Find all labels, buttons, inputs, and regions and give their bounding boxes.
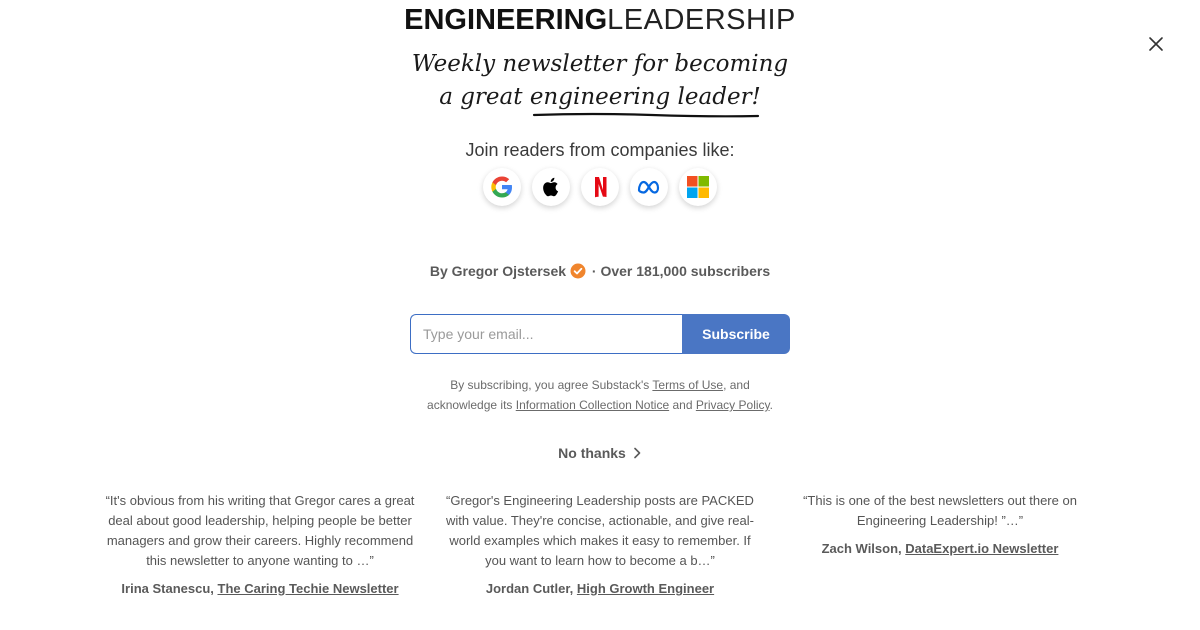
testimonial-publication-link[interactable]: The Caring Techie Newsletter <box>218 581 399 596</box>
no-thanks-label: No thanks <box>558 445 626 461</box>
subscribe-button[interactable]: Subscribe <box>682 314 790 354</box>
testimonial-author: Irina Stanescu, The Caring Techie Newsle… <box>100 579 420 599</box>
subscribe-form: Subscribe <box>410 314 790 354</box>
verified-icon <box>570 263 586 279</box>
tagline-line-2: a great engineering leader! <box>0 81 1200 114</box>
testimonial-author: Jordan Cutler, High Growth Engineer <box>438 579 762 599</box>
no-thanks-button[interactable]: No thanks <box>0 445 1200 462</box>
company-meta <box>630 168 668 206</box>
testimonial-quote: “Gregor's Engineering Leadership posts a… <box>446 493 754 568</box>
tagline-underline-stroke <box>532 112 760 118</box>
legal-notice: By subscribing, you agree Substack's Ter… <box>426 375 774 415</box>
chevron-right-icon <box>632 446 642 462</box>
testimonial-publication-link[interactable]: DataExpert.io Newsletter <box>905 541 1058 556</box>
legal-suffix: . <box>769 398 773 412</box>
testimonial-author-name: Jordan Cutler, <box>485 581 577 596</box>
tagline: Weekly newsletter for becoming a great e… <box>0 48 1200 114</box>
company-logos <box>0 168 1200 206</box>
privacy-policy-link[interactable]: Privacy Policy <box>696 398 770 412</box>
testimonial-quote: “It's obvious from his writing that Greg… <box>105 493 415 568</box>
subscriber-count: · Over 181,000 subscribers <box>591 263 771 279</box>
testimonial-author-name: Zach Wilson, <box>821 541 906 556</box>
company-netflix <box>581 168 619 206</box>
company-google <box>483 168 521 206</box>
company-microsoft <box>679 168 717 206</box>
logo-bold-text: ENGINEERING <box>404 4 608 36</box>
tagline-emphasis: engineering leader! <box>529 84 761 110</box>
testimonial-quote: “This is one of the best newsletters out… <box>803 493 1077 528</box>
verified-badge <box>570 263 586 282</box>
legal-mid-2: and <box>669 398 696 412</box>
publication-logo: ENGINEERINGLEADERSHIP <box>0 0 1200 40</box>
testimonial-card: “This is one of the best newsletters out… <box>790 491 1090 559</box>
information-collection-notice-link[interactable]: Information Collection Notice <box>516 398 669 412</box>
subscribe-modal: ENGINEERINGLEADERSHIP Weekly newsletter … <box>0 0 1200 630</box>
company-apple <box>532 168 570 206</box>
testimonial-publication-link[interactable]: High Growth Engineer <box>577 581 714 596</box>
terms-of-use-link[interactable]: Terms of Use <box>652 378 723 392</box>
legal-prefix: By subscribing, you agree Substack's <box>450 378 653 392</box>
email-input[interactable] <box>410 314 682 354</box>
google-icon <box>491 176 512 198</box>
netflix-icon <box>595 177 607 198</box>
logo-light-text: LEADERSHIP <box>607 4 796 36</box>
testimonial-author: Zach Wilson, DataExpert.io Newsletter <box>790 539 1090 559</box>
microsoft-icon <box>687 176 709 198</box>
tagline-prefix: a great <box>439 84 530 110</box>
testimonial-card: “Gregor's Engineering Leadership posts a… <box>438 491 762 599</box>
testimonial-author-name: Irina Stanescu, <box>121 581 218 596</box>
apple-icon <box>543 177 559 197</box>
testimonial-card: “It's obvious from his writing that Greg… <box>100 491 420 599</box>
meta-icon <box>637 180 660 194</box>
author-name: By Gregor Ojstersek <box>429 263 567 279</box>
tagline-line-1: Weekly newsletter for becoming <box>411 51 789 77</box>
join-readers-text: Join readers from companies like: <box>465 140 735 160</box>
byline: By Gregor Ojstersek · Over 181,000 subsc… <box>0 263 1200 282</box>
